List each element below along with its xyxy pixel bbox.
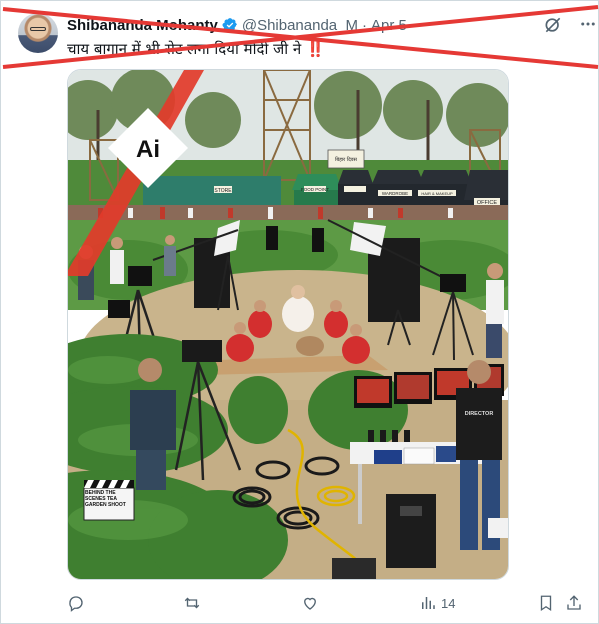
reply-button[interactable] bbox=[67, 591, 89, 615]
tweet-text: चाय बागान में भी सेट लगा दिया मोदी जी ने… bbox=[67, 39, 325, 59]
tweet-header: Shibananda Mohanty @Shibananda_M · Apr 5 bbox=[67, 15, 407, 35]
share-button[interactable] bbox=[565, 591, 583, 615]
clapper-text: BEHIND THE SCENES TEA GARDEN SHOOT bbox=[85, 490, 126, 508]
tweet-text-body: चाय बागान में भी सेट लगा दिया मोदी जी ने bbox=[67, 40, 302, 58]
retweet-button[interactable] bbox=[183, 591, 205, 615]
analytics-icon bbox=[422, 597, 435, 609]
bookmark-button[interactable] bbox=[537, 591, 555, 615]
display-name[interactable]: Shibananda Mohanty bbox=[67, 17, 218, 34]
sign-store: STORE bbox=[214, 188, 232, 194]
bookmark-icon bbox=[540, 595, 552, 612]
tweet-image[interactable]: STORE FOOD POINT WARDROBE HAIR & MAKEUP … bbox=[67, 69, 509, 580]
views-count: 14 bbox=[441, 595, 456, 611]
user-handle[interactable]: @Shibananda_M bbox=[242, 17, 358, 34]
sign-food-point: FOOD POINT bbox=[301, 187, 329, 192]
sign-bihar: बिहार दिवस bbox=[335, 156, 357, 163]
like-button[interactable] bbox=[301, 591, 323, 615]
grok-icon[interactable] bbox=[543, 15, 563, 35]
reply-icon bbox=[69, 596, 83, 612]
verified-badge-icon bbox=[222, 18, 237, 32]
tweet-date[interactable]: Apr 5 bbox=[371, 17, 407, 34]
more-options-icon[interactable] bbox=[579, 15, 597, 33]
ai-badge-label: Ai bbox=[136, 136, 160, 163]
views-button[interactable]: 14 bbox=[419, 591, 455, 615]
avatar[interactable] bbox=[18, 13, 58, 53]
tweet-text-emphasis: ‼️ bbox=[306, 40, 325, 58]
retweet-icon bbox=[184, 597, 200, 609]
tweet-card[interactable]: Shibananda Mohanty @Shibananda_M · Apr 5… bbox=[0, 0, 599, 624]
action-bar: 14 bbox=[67, 591, 587, 615]
sign-hair-makeup: HAIR & MAKEUP bbox=[421, 191, 453, 196]
separator-dot: · bbox=[361, 16, 367, 34]
share-icon bbox=[567, 595, 581, 610]
director-vest-text: DIRECTOR bbox=[465, 411, 494, 417]
heart-icon bbox=[304, 597, 316, 610]
sign-wardrobe: WARDROBE bbox=[382, 191, 408, 196]
